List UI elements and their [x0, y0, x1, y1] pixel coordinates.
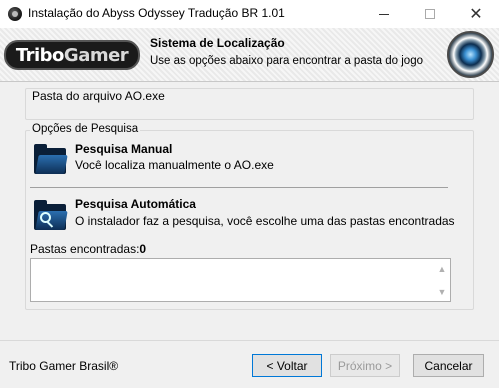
header-banner: TriboGamer Sistema de Localização Use as… — [0, 28, 499, 82]
maximize-button[interactable] — [407, 0, 453, 28]
footer-divider — [0, 340, 499, 341]
found-folders-label: Pastas encontradas:0 — [30, 242, 147, 256]
close-button[interactable]: ✕ — [453, 0, 499, 28]
window-title: Instalação do Abyss Odyssey Tradução BR … — [28, 6, 285, 20]
banner-title: Sistema de Localização — [150, 36, 285, 50]
minimize-button[interactable] — [361, 0, 407, 28]
maximize-icon — [425, 9, 435, 19]
disc-icon — [8, 7, 22, 21]
scroll-up-icon[interactable]: ▲ — [435, 262, 449, 276]
found-folders-list[interactable]: ▲ ▼ — [30, 258, 451, 302]
manual-search-description: Você localiza manualmente o AO.exe — [75, 158, 274, 172]
manual-search-title[interactable]: Pesquisa Manual — [75, 142, 172, 156]
found-folders-count: 0 — [139, 242, 147, 256]
automatic-search-title[interactable]: Pesquisa Automática — [75, 197, 196, 211]
title-bar: Instalação do Abyss Odyssey Tradução BR … — [0, 0, 499, 28]
orb-logo-icon — [447, 31, 494, 78]
brand-footer: Tribo Gamer Brasil® — [9, 359, 119, 373]
tribo-gamer-logo: TriboGamer — [4, 40, 140, 70]
folder-path-label: Pasta do arquivo AO.exe — [32, 89, 165, 103]
banner-subtitle: Use as opções abaixo para encontrar a pa… — [150, 55, 423, 67]
folder-icon[interactable] — [34, 144, 68, 174]
back-button[interactable]: < Voltar — [252, 354, 322, 377]
search-options-legend: Opções de Pesquisa — [30, 123, 141, 135]
scroll-down-icon[interactable]: ▼ — [435, 285, 449, 299]
automatic-search-description: O instalador faz a pesquisa, você escolh… — [75, 214, 455, 228]
close-icon: ✕ — [469, 6, 483, 23]
cancel-button[interactable]: Cancelar — [413, 354, 484, 377]
next-button[interactable]: Próximo > — [330, 354, 400, 377]
folder-search-icon[interactable] — [34, 200, 68, 230]
separator — [30, 187, 448, 188]
logo-text: TriboGamer — [15, 44, 129, 66]
magnifier-icon — [40, 212, 51, 223]
minimize-icon — [379, 13, 389, 15]
